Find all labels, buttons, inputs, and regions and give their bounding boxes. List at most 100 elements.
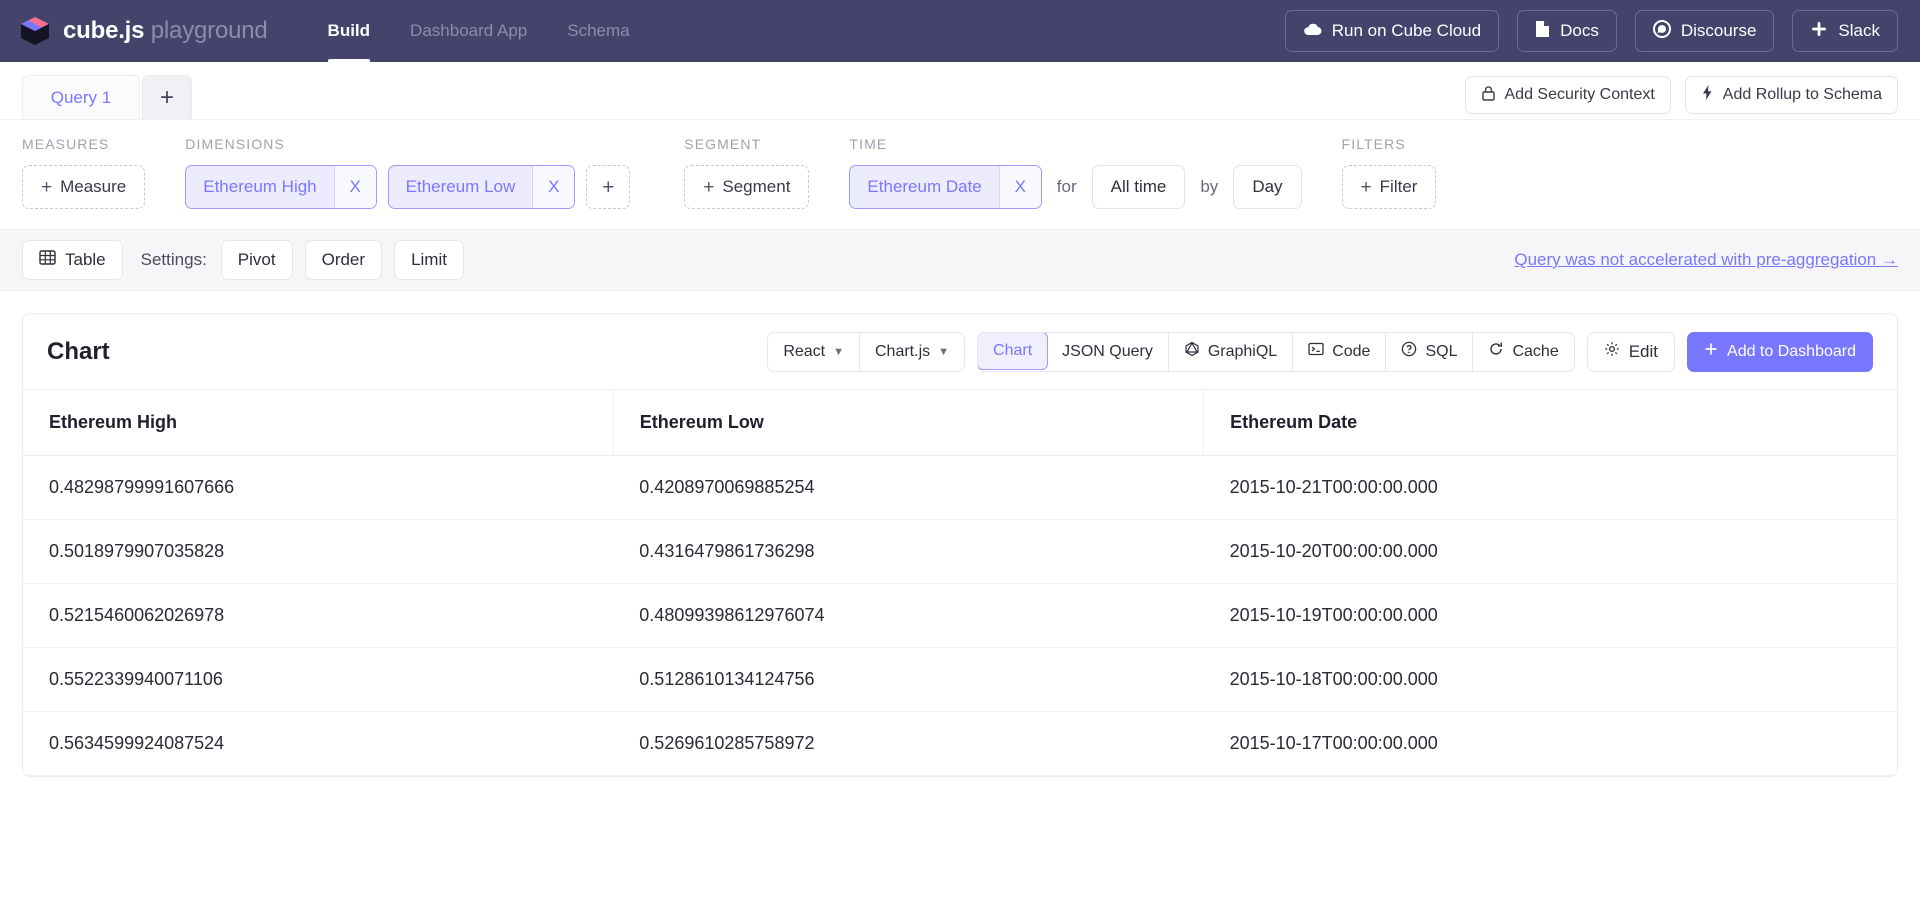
- dimensions-label: DIMENSIONS: [185, 136, 630, 152]
- table-icon: [39, 249, 56, 271]
- run-on-cube-cloud-label: Run on Cube Cloud: [1332, 21, 1481, 41]
- table-header-row: Ethereum High Ethereum Low Ethereum Date: [23, 390, 1897, 456]
- query-tab-1[interactable]: Query 1: [22, 75, 140, 119]
- edit-button[interactable]: Edit: [1587, 332, 1675, 372]
- library-value: Chart.js: [875, 343, 930, 361]
- cell-ethereum-high: 0.5215460062026978: [23, 584, 613, 648]
- discourse-label: Discourse: [1681, 21, 1757, 41]
- tab-cache[interactable]: Cache: [1473, 333, 1573, 371]
- cell-ethereum-high: 0.5634599924087524: [23, 712, 613, 776]
- add-segment-button[interactable]: + Segment: [684, 165, 809, 209]
- add-to-dashboard-button[interactable]: Add to Dashboard: [1687, 332, 1873, 372]
- tab-code[interactable]: Code: [1293, 333, 1386, 371]
- top-actions: Run on Cube Cloud Docs Discourse Slack: [1285, 10, 1898, 52]
- document-icon: [1535, 20, 1550, 43]
- view-type-table-button[interactable]: Table: [22, 240, 123, 280]
- pivot-settings-button[interactable]: Pivot: [221, 240, 293, 280]
- question-icon: [1401, 341, 1417, 362]
- chart-card-title: Chart: [47, 338, 110, 366]
- chart-view-tabs: Chart JSON Query GraphiQL Code: [977, 332, 1575, 372]
- graphql-icon: [1184, 341, 1200, 362]
- time-section: TIME Ethereum Date X for All time by Day: [849, 136, 1301, 209]
- cloud-icon: [1303, 21, 1322, 41]
- query-builder: MEASURES + Measure DIMENSIONS Ethereum H…: [0, 120, 1920, 229]
- column-header-ethereum-high[interactable]: Ethereum High: [23, 390, 613, 456]
- dimensions-section: DIMENSIONS Ethereum High X Ethereum Low …: [185, 136, 630, 209]
- plus-icon: +: [41, 178, 52, 197]
- chevron-down-icon: ▼: [833, 346, 844, 358]
- add-measure-button[interactable]: + Measure: [22, 165, 145, 209]
- cell-ethereum-date: 2015-10-21T00:00:00.000: [1204, 456, 1897, 520]
- dimension-name: Ethereum Low: [389, 166, 533, 208]
- limit-settings-button[interactable]: Limit: [394, 240, 464, 280]
- add-rollup-to-schema-label: Add Rollup to Schema: [1723, 86, 1882, 104]
- cell-ethereum-date: 2015-10-20T00:00:00.000: [1204, 520, 1897, 584]
- nav-item-build[interactable]: Build: [328, 0, 371, 62]
- dimension-pill-ethereum-high[interactable]: Ethereum High X: [185, 165, 376, 209]
- tab-chart[interactable]: Chart: [977, 332, 1048, 370]
- order-settings-button[interactable]: Order: [305, 240, 382, 280]
- column-header-ethereum-date[interactable]: Ethereum Date: [1204, 390, 1897, 456]
- plus-icon: +: [703, 178, 714, 197]
- remove-dimension-icon[interactable]: X: [334, 166, 376, 208]
- time-label: TIME: [849, 136, 1301, 152]
- dimension-pill-ethereum-low[interactable]: Ethereum Low X: [388, 165, 576, 209]
- add-query-tab-button[interactable]: +: [142, 75, 192, 119]
- pre-aggregation-link[interactable]: Query was not accelerated with pre-aggre…: [1514, 250, 1898, 270]
- tab-graphiql[interactable]: GraphiQL: [1169, 333, 1293, 371]
- column-header-ethereum-low[interactable]: Ethereum Low: [613, 390, 1203, 456]
- library-select[interactable]: Chart.js ▼: [860, 333, 964, 371]
- tab-cache-label: Cache: [1512, 343, 1558, 361]
- measures-label: MEASURES: [22, 136, 145, 152]
- run-on-cube-cloud-button[interactable]: Run on Cube Cloud: [1285, 10, 1499, 52]
- brand-suffix: playground: [151, 17, 268, 44]
- tab-json-query[interactable]: JSON Query: [1047, 333, 1169, 371]
- slack-label: Slack: [1838, 21, 1880, 41]
- chevron-down-icon: ▼: [938, 346, 949, 358]
- add-measure-label: Measure: [60, 177, 126, 197]
- add-dimension-button[interactable]: +: [586, 165, 630, 209]
- add-security-context-label: Add Security Context: [1505, 86, 1655, 104]
- discourse-icon: [1653, 20, 1671, 43]
- settings-bar: Table Settings: Pivot Order Limit Query …: [0, 229, 1920, 291]
- add-to-dashboard-label: Add to Dashboard: [1727, 343, 1856, 361]
- add-rollup-to-schema-button[interactable]: Add Rollup to Schema: [1685, 76, 1898, 114]
- view-type-label: Table: [65, 250, 106, 270]
- tab-code-label: Code: [1332, 343, 1370, 361]
- tab-sql-label: SQL: [1425, 343, 1457, 361]
- dimension-name: Ethereum High: [186, 166, 333, 208]
- add-filter-label: Filter: [1380, 177, 1418, 197]
- top-navigation-bar: cube.js playground Build Dashboard App S…: [0, 0, 1920, 62]
- brand-logo[interactable]: cube.js playground: [18, 14, 268, 48]
- cell-ethereum-high: 0.5522339940071106: [23, 648, 613, 712]
- docs-button[interactable]: Docs: [1517, 10, 1617, 52]
- remove-time-dimension-icon[interactable]: X: [999, 166, 1041, 208]
- plus-icon: +: [1361, 178, 1372, 197]
- cell-ethereum-date: 2015-10-17T00:00:00.000: [1204, 712, 1897, 776]
- remove-dimension-icon[interactable]: X: [532, 166, 574, 208]
- segment-section: SEGMENT + Segment: [684, 136, 809, 209]
- add-security-context-button[interactable]: Add Security Context: [1465, 76, 1671, 114]
- framework-value: React: [783, 343, 825, 361]
- terminal-icon: [1308, 341, 1324, 362]
- framework-library-group: React ▼ Chart.js ▼: [767, 332, 965, 372]
- segment-label: SEGMENT: [684, 136, 809, 152]
- brand-title: cube.js playground: [63, 17, 268, 45]
- slack-icon: [1810, 20, 1828, 43]
- date-range-select[interactable]: All time: [1092, 165, 1186, 209]
- nav-item-dashboard-app[interactable]: Dashboard App: [410, 0, 527, 62]
- for-label: for: [1053, 177, 1081, 197]
- docs-label: Docs: [1560, 21, 1599, 41]
- cube-logo-icon: [18, 14, 52, 48]
- slack-button[interactable]: Slack: [1792, 10, 1898, 52]
- add-filter-button[interactable]: + Filter: [1342, 165, 1437, 209]
- granularity-select[interactable]: Day: [1233, 165, 1301, 209]
- discourse-button[interactable]: Discourse: [1635, 10, 1775, 52]
- time-dimension-pill-ethereum-date[interactable]: Ethereum Date X: [849, 165, 1041, 209]
- query-tab-strip: Query 1 + Add Security Context Add Rollu…: [0, 62, 1920, 120]
- table-row: 0.5522339940071106 0.5128610134124756 20…: [23, 648, 1897, 712]
- tab-sql[interactable]: SQL: [1386, 333, 1473, 371]
- framework-select[interactable]: React ▼: [768, 333, 860, 371]
- tabstrip-actions: Add Security Context Add Rollup to Schem…: [1465, 76, 1899, 119]
- nav-item-schema[interactable]: Schema: [567, 0, 629, 62]
